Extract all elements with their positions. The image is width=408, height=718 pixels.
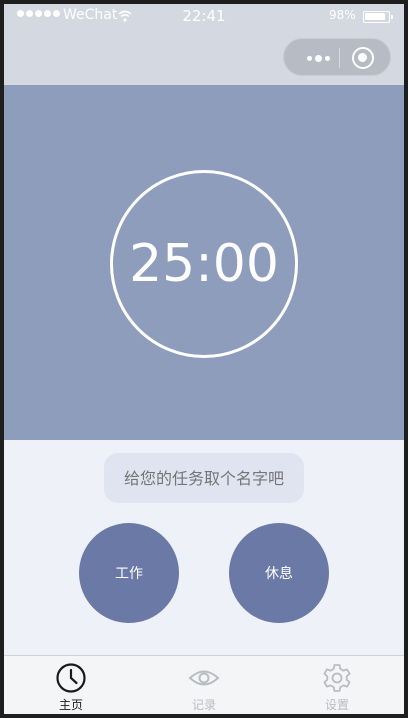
tab-home[interactable]: 主页 <box>4 656 138 714</box>
tab-record[interactable]: 记录 <box>137 656 271 714</box>
battery-icon <box>363 11 393 23</box>
tab-settings[interactable]: 设置 <box>270 656 404 714</box>
clock-icon <box>56 663 86 693</box>
tab-settings-label: 设置 <box>324 698 349 712</box>
phone-screen: WeChat 22:41 98% 25:00 工作 休息 <box>4 4 404 714</box>
tab-record-label: 记录 <box>191 698 216 712</box>
tab-home-label: 主页 <box>58 698 83 712</box>
more-dots-icon[interactable] <box>298 50 338 66</box>
work-button[interactable]: 工作 <box>79 523 179 623</box>
gear-icon <box>323 664 351 692</box>
timer-display: 25:00 <box>129 234 279 294</box>
top-bar: WeChat 22:41 98% <box>4 4 404 85</box>
eye-icon <box>188 670 220 686</box>
capsule-divider <box>339 48 340 68</box>
mini-program-capsule <box>283 38 391 76</box>
battery-percent: 98% <box>329 8 356 22</box>
target-close-icon[interactable] <box>352 47 374 69</box>
timer-panel: 25:00 <box>4 85 404 440</box>
task-name-input[interactable] <box>104 453 304 503</box>
status-bar: WeChat 22:41 98% <box>4 4 404 30</box>
rest-button[interactable]: 休息 <box>229 523 329 623</box>
tab-bar: 主页 记录 设置 <box>4 655 404 714</box>
